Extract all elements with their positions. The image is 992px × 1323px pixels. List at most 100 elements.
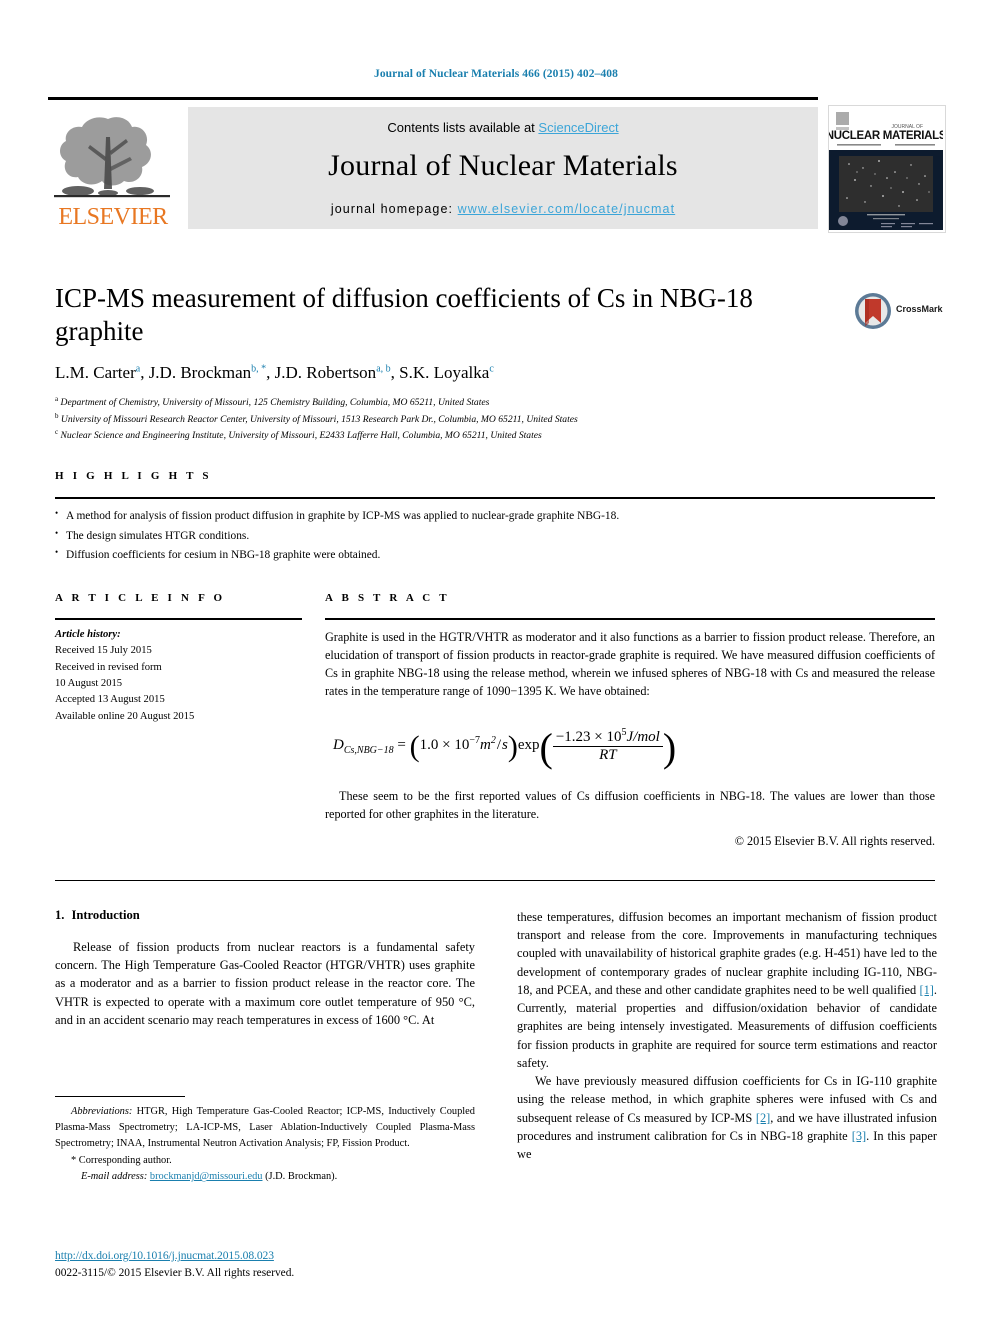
equation-prefactor-exponent: −7 xyxy=(469,734,480,746)
equation-exp-label: exp xyxy=(517,736,540,753)
abstract-section: A B S T R A C T Graphite is used in the … xyxy=(325,592,935,849)
equation-fraction: −1.23 × 105J/mol RT xyxy=(552,727,663,765)
author-email-link[interactable]: brockmanjd@missouri.edu xyxy=(150,1171,263,1182)
equation-numerator-units: J/mol xyxy=(626,728,660,745)
highlights-heading: H I G H L I G H T S xyxy=(55,470,212,482)
journal-homepage-link[interactable]: www.elsevier.com/locate/jnucmat xyxy=(458,202,676,216)
abstract-heading: A B S T R A C T xyxy=(325,592,450,604)
abstract-tail: These seem to be the first reported valu… xyxy=(325,789,935,822)
author-list: L.M. Cartera, J.D. Brockmanb, *, J.D. Ro… xyxy=(55,363,494,382)
affiliation-item: a Department of Chemistry, University of… xyxy=(55,394,885,411)
journal-title: Journal of Nuclear Materials xyxy=(328,149,678,182)
article-info-heading: A R T I C L E I N F O xyxy=(55,592,226,604)
history-line: Received in revised form xyxy=(55,661,162,673)
cover-image: JOURNAL OF NUCLEAR MATERIALS xyxy=(829,106,945,230)
affiliation-mark: a xyxy=(55,395,59,403)
equation-equals: = xyxy=(397,736,406,753)
diffusion-equation: DCs,NBG−18 = (1.0 × 10−7m2/s)exp(−1.23 ×… xyxy=(325,727,935,768)
equation-close-paren: ) xyxy=(507,729,518,763)
section-title: Introduction xyxy=(71,908,140,922)
affiliation-item: b University of Missouri Research Reacto… xyxy=(55,411,885,428)
journal-homepage-line: journal homepage: www.elsevier.com/locat… xyxy=(188,202,818,216)
equation-open-paren: ( xyxy=(409,729,420,763)
elsevier-logo: ELSEVIER xyxy=(48,107,176,229)
article-history: Article history: Received 15 July 2015 R… xyxy=(55,620,302,725)
affiliation-mark: b xyxy=(55,411,59,420)
affiliation-text: Nuclear Science and Engineering Institut… xyxy=(60,430,542,442)
history-line: Received 15 July 2015 xyxy=(55,645,152,657)
affiliation-item: c Nuclear Science and Engineering Instit… xyxy=(55,427,885,444)
body-paragraph: Release of fission products from nuclear… xyxy=(55,940,475,1027)
history-label: Article history: xyxy=(55,629,121,640)
running-head: Journal of Nuclear Materials 466 (2015) … xyxy=(373,68,619,80)
highlight-item: A method for analysis of fission product… xyxy=(55,506,935,527)
section-number: 1. xyxy=(55,908,65,922)
citation-ref-1[interactable]: [1] xyxy=(919,983,933,997)
sciencedirect-link[interactable]: ScienceDirect xyxy=(538,120,618,135)
abbreviations-note: Abbreviations: HTGR, High Temperature Ga… xyxy=(55,1104,475,1151)
history-line: Available online 20 August 2015 xyxy=(55,710,195,722)
article-page: Journal of Nuclear Materials 466 (2015) … xyxy=(0,0,992,1323)
affiliation-text: Department of Chemistry, University of M… xyxy=(60,397,490,409)
email-label: E-mail address: xyxy=(81,1171,148,1183)
affiliation-mark: c xyxy=(55,428,59,437)
author-name: J.D. Brockman xyxy=(148,363,252,382)
doi-block: http://dx.doi.org/10.1016/j.jnucmat.2015… xyxy=(55,1246,485,1279)
crossmark-label: CrossMark xyxy=(896,304,943,314)
author-affiliation-mark: a, b xyxy=(376,363,391,375)
affiliation-list: a Department of Chemistry, University of… xyxy=(55,394,885,444)
crossmark-icon xyxy=(855,293,891,329)
affiliation-text: University of Missouri Research Reactor … xyxy=(60,413,578,425)
citation-ref-2[interactable]: [2] xyxy=(756,1111,770,1125)
abbreviations-label: Abbreviations: xyxy=(71,1106,133,1117)
highlights-section: H I G H L I G H T S A method for analysi… xyxy=(55,470,935,566)
equation-exp-open-paren: ( xyxy=(539,724,553,770)
contents-line: Contents lists available at ScienceDirec… xyxy=(188,107,818,135)
corresponding-author-note: * Corresponding author. xyxy=(71,1155,172,1167)
issn-copyright-line: 0022-3115/© 2015 Elsevier B.V. All right… xyxy=(55,1267,295,1279)
highlights-list: A method for analysis of fission product… xyxy=(55,499,935,566)
svg-text:NUCLEAR MATERIALS: NUCLEAR MATERIALS xyxy=(829,130,943,142)
author-affiliation-mark: b, * xyxy=(251,363,267,375)
highlight-item: Diffusion coefficients for cesium in NBG… xyxy=(55,545,935,566)
history-line: 10 August 2015 xyxy=(55,677,123,689)
author-name: L.M. Carter xyxy=(55,363,136,382)
equation-numerator-value: −1.23 × 10 xyxy=(555,728,622,745)
page-title: ICP-MS measurement of diffusion coeffici… xyxy=(55,283,753,347)
history-line: Accepted 13 August 2015 xyxy=(55,694,165,706)
highlight-item: The design simulates HTGR conditions. xyxy=(55,526,935,547)
homepage-label: journal homepage: xyxy=(330,202,458,216)
body-column-right: these temperatures, diffusion becomes an… xyxy=(517,908,937,1163)
citation-ref-3[interactable]: [3] xyxy=(852,1129,866,1143)
copyright-line: © 2015 Elsevier B.V. All rights reserved… xyxy=(734,834,935,849)
email-owner: (J.D. Brockman). xyxy=(262,1171,338,1183)
equation-denominator: RT xyxy=(599,747,617,763)
equation-lhs: D xyxy=(333,736,344,753)
equation-lhs-subscript: Cs,NBG−18 xyxy=(343,744,394,756)
footnote-rule xyxy=(55,1096,185,1097)
author-affiliation-mark: c xyxy=(489,363,494,375)
paragraph-text: these temperatures, diffusion becomes an… xyxy=(517,910,937,997)
crossmark-badge[interactable]: CrossMark xyxy=(854,292,944,334)
title-block: ICP-MS measurement of diffusion coeffici… xyxy=(55,282,815,348)
equation-prefactor: 1.0 × 10 xyxy=(419,736,470,753)
equation-numerator: −1.23 × 105J/mol xyxy=(552,727,663,747)
equation-exp-close-paren: ) xyxy=(662,724,677,770)
journal-masthead: ELSEVIER Contents lists available at Sci… xyxy=(48,97,946,237)
journal-cover-thumbnail: JOURNAL OF NUCLEAR MATERIALS xyxy=(828,105,946,233)
contents-prefix: Contents lists available at xyxy=(387,120,539,135)
doi-link[interactable]: http://dx.doi.org/10.1016/j.jnucmat.2015… xyxy=(55,1249,274,1262)
abstract-paragraph: Graphite is used in the HGTR/VHTR as mod… xyxy=(325,630,935,698)
email-note: E-mail address: brockmanjd@missouri.edu … xyxy=(55,1169,475,1185)
article-info-section: A R T I C L E I N F O Article history: R… xyxy=(55,592,302,725)
body-column-left: 1. Introduction Release of fission produc… xyxy=(55,908,475,1029)
elsevier-wordmark: ELSEVIER xyxy=(58,204,168,230)
author-name: J.D. Robertson xyxy=(274,363,377,382)
body-separator-rule xyxy=(55,880,935,881)
author-affiliation-mark: a xyxy=(135,363,141,375)
masthead-top-rule xyxy=(48,97,818,100)
equation-units-m: m xyxy=(479,736,491,753)
body-paragraph: these temperatures, diffusion becomes an… xyxy=(517,908,937,1072)
elsevier-tree-icon xyxy=(54,117,170,198)
footnote-block: Abbreviations: HTGR, High Temperature Ga… xyxy=(55,1096,475,1185)
